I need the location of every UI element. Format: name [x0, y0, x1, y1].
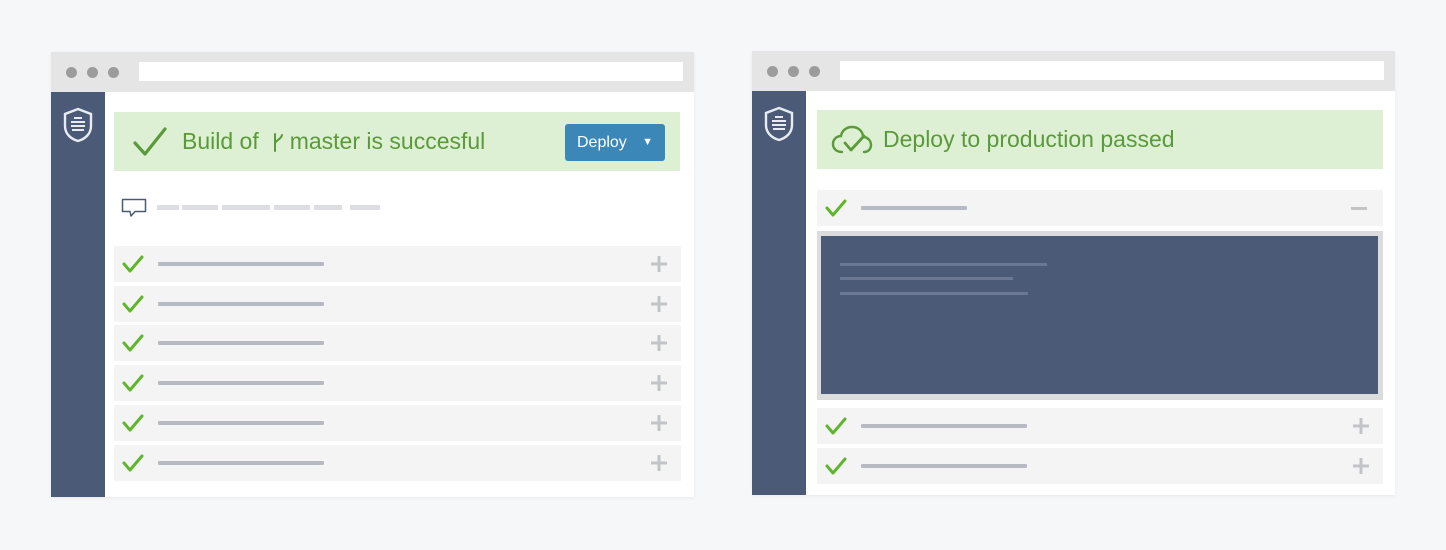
job-row[interactable]	[114, 246, 681, 282]
job-row[interactable]	[114, 325, 681, 361]
checkmark-icon	[825, 199, 847, 217]
window-maximize-dot[interactable]	[108, 67, 119, 78]
text-placeholder	[158, 421, 324, 425]
log-line	[840, 277, 1013, 280]
checkmark-icon	[122, 374, 144, 392]
log-output-frame	[817, 231, 1383, 400]
text-placeholder	[158, 461, 324, 465]
text-placeholder	[182, 205, 218, 210]
branch-name: master is succesful	[289, 128, 486, 154]
sidebar	[51, 92, 105, 497]
shield-logo-icon[interactable]	[763, 106, 795, 142]
window-close-dot[interactable]	[767, 66, 778, 77]
job-row[interactable]	[817, 448, 1383, 484]
log-line	[840, 263, 1047, 266]
job-row[interactable]	[114, 365, 681, 401]
shield-logo-icon[interactable]	[62, 107, 94, 143]
checkmark-icon	[122, 295, 144, 313]
checkmark-icon	[122, 334, 144, 352]
plus-icon[interactable]	[651, 256, 667, 272]
window-close-dot[interactable]	[66, 67, 77, 78]
text-placeholder	[861, 464, 1027, 468]
checkmark-icon	[825, 457, 847, 475]
window-maximize-dot[interactable]	[809, 66, 820, 77]
text-placeholder	[158, 262, 324, 266]
job-row[interactable]	[114, 405, 681, 441]
job-row[interactable]	[114, 286, 681, 322]
text-placeholder	[314, 205, 342, 210]
deploy-success-banner: Deploy to production passed	[817, 110, 1383, 169]
job-row[interactable]	[114, 445, 681, 481]
text-placeholder	[157, 205, 179, 210]
text-placeholder	[158, 381, 324, 385]
job-row[interactable]	[817, 408, 1383, 444]
build-window: Build of master is succesful Deploy ▼	[51, 52, 694, 497]
build-success-banner: Build of master is succesful Deploy ▼	[114, 112, 680, 171]
checkmark-icon	[825, 417, 847, 435]
comment-icon[interactable]	[121, 198, 147, 218]
checkmark-icon	[133, 126, 167, 156]
comment-placeholder-row	[121, 198, 421, 220]
caret-down-icon: ▼	[642, 136, 653, 148]
log-line	[840, 292, 1028, 295]
checkmark-icon	[122, 414, 144, 432]
address-bar[interactable]	[139, 62, 683, 81]
plus-icon[interactable]	[651, 375, 667, 391]
address-bar[interactable]	[840, 61, 1384, 80]
log-output-panel	[821, 236, 1378, 394]
minus-icon[interactable]	[1351, 207, 1367, 210]
banner-prefix: Build of	[182, 128, 259, 154]
checkmark-icon	[122, 255, 144, 273]
banner-title: Deploy to production passed	[883, 126, 1175, 152]
job-row-expanded[interactable]	[817, 190, 1383, 226]
window-minimize-dot[interactable]	[788, 66, 799, 77]
plus-icon[interactable]	[1353, 418, 1369, 434]
cloud-check-icon	[831, 125, 873, 153]
checkmark-icon	[122, 454, 144, 472]
deploy-button-label: Deploy	[577, 133, 627, 151]
plus-icon[interactable]	[651, 296, 667, 312]
text-placeholder	[861, 424, 1027, 428]
deploy-button[interactable]: Deploy ▼	[565, 124, 665, 161]
plus-icon[interactable]	[1353, 458, 1369, 474]
text-placeholder	[350, 205, 380, 210]
text-placeholder	[222, 205, 270, 210]
window-minimize-dot[interactable]	[87, 67, 98, 78]
plus-icon[interactable]	[651, 455, 667, 471]
browser-titlebar	[752, 51, 1395, 91]
branch-icon	[273, 132, 283, 152]
sidebar	[752, 91, 806, 495]
text-placeholder	[158, 302, 324, 306]
text-placeholder	[274, 205, 310, 210]
plus-icon[interactable]	[651, 335, 667, 351]
text-placeholder	[861, 206, 967, 210]
text-placeholder	[158, 341, 324, 345]
deploy-window: Deploy to production passed	[752, 51, 1395, 495]
plus-icon[interactable]	[651, 415, 667, 431]
browser-titlebar	[51, 52, 694, 92]
